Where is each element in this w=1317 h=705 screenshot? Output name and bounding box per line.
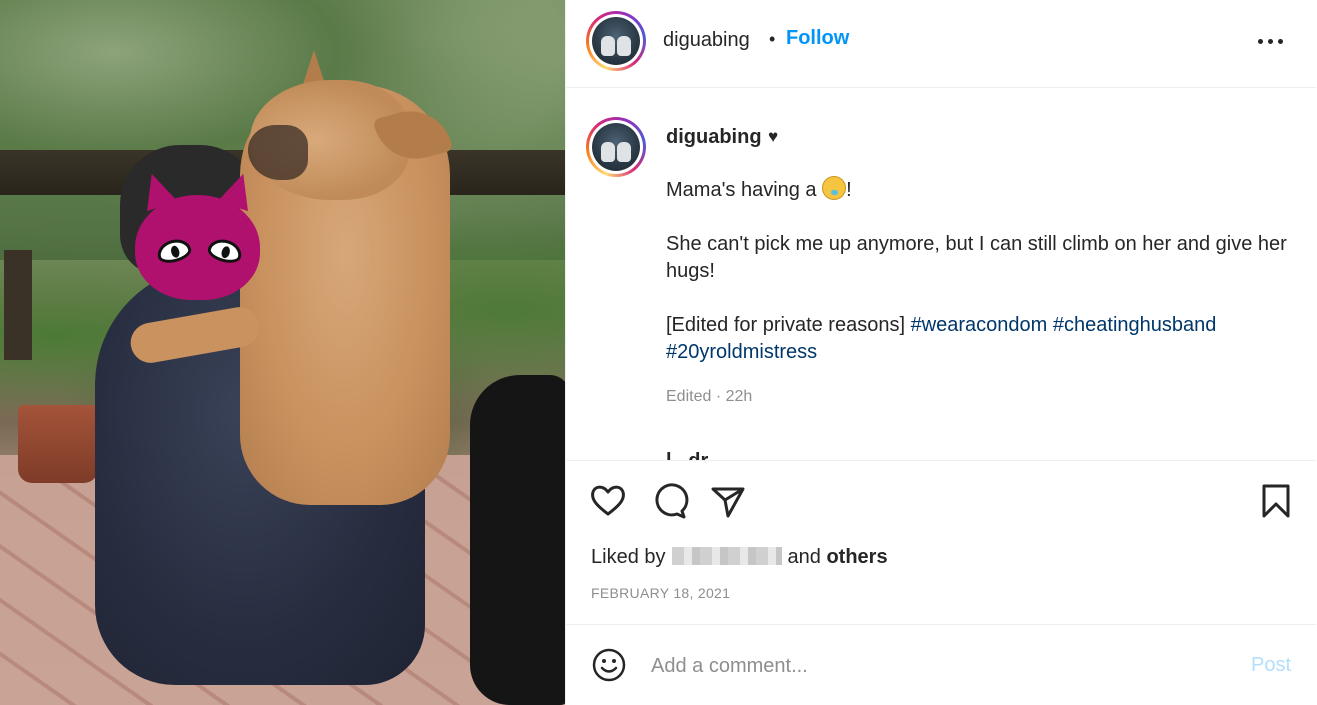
likes-others-link[interactable]: others	[826, 546, 887, 568]
caption-line-1: Mama's having a !	[666, 176, 1296, 204]
cat-mask-eye-left	[154, 235, 194, 267]
header-username[interactable]: diguabing	[663, 29, 750, 52]
comment-input[interactable]	[651, 652, 1211, 680]
heart-badge-icon: ♥	[768, 127, 779, 146]
hashtag-link[interactable]: #20yroldmistress	[666, 341, 817, 363]
likes-middle: and	[787, 546, 821, 568]
baby-emoji-icon	[822, 176, 847, 200]
post-button[interactable]: Post	[1251, 654, 1291, 677]
heart-icon[interactable]	[588, 481, 628, 521]
photo-flower-pot	[18, 405, 98, 483]
comment-icon[interactable]	[649, 481, 689, 521]
photo-black-dog	[470, 375, 565, 705]
cat-mask-face-cover	[135, 195, 260, 300]
caption-meta: Edited · 22h	[666, 388, 753, 405]
comment-form: Post	[566, 625, 1316, 705]
hashtag-link[interactable]: #wearacondom	[911, 314, 1048, 336]
follow-button[interactable]: Follow	[786, 27, 849, 50]
cat-mask-eye-right	[205, 235, 245, 267]
likes-prefix: Liked by	[591, 546, 666, 568]
smiley-icon[interactable]	[591, 647, 627, 683]
next-comment-username[interactable]: l...dr	[666, 450, 708, 460]
post-header: diguabing • Follow	[566, 0, 1316, 88]
photo-railing-post	[4, 250, 32, 360]
action-bar: Liked by and others FEBRUARY 18, 2021	[566, 461, 1316, 625]
caption-line-3: [Edited for private reasons] #wearacondo…	[666, 314, 1217, 363]
hashtag-link[interactable]: #cheatinghusband	[1053, 314, 1216, 336]
caption-line-2: She can't pick me up anymore, but I can …	[666, 233, 1287, 282]
caption-avatar[interactable]	[586, 117, 646, 177]
post-date[interactable]: FEBRUARY 18, 2021	[591, 585, 730, 601]
share-icon[interactable]	[708, 481, 748, 521]
avatar[interactable]	[586, 11, 646, 71]
separator-dot: •	[769, 29, 776, 49]
post-side-panel: diguabing • Follow diguabing ♥ Mama's ha…	[565, 0, 1317, 705]
likes-summary: Liked by and others	[591, 546, 888, 569]
comments-section[interactable]: diguabing ♥ Mama's having a ! She can't …	[566, 88, 1316, 461]
post-caption: Mama's having a ! She can't pick me up a…	[666, 176, 1296, 393]
blurred-username[interactable]	[671, 547, 782, 565]
post-photo[interactable]	[0, 0, 565, 705]
caption-username[interactable]: diguabing	[666, 126, 762, 149]
more-options-icon[interactable]	[1256, 26, 1286, 56]
bookmark-icon[interactable]	[1256, 481, 1296, 521]
